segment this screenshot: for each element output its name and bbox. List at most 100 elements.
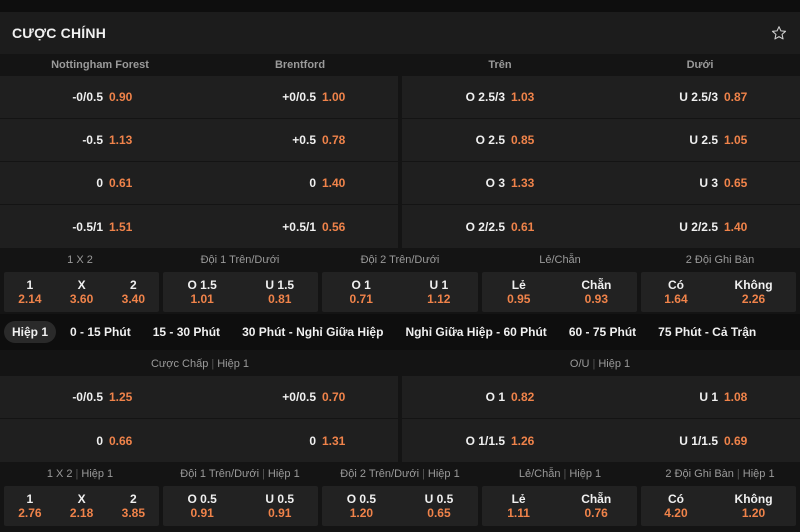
market-box: O 1.5 1.01 U 1.5 0.81 (163, 272, 319, 312)
odds-button[interactable]: 1 2.76 (18, 492, 41, 520)
odds-cell[interactable]: 0 0.66 (0, 434, 199, 448)
market-title-text: Đội 1 Trên/Dưới (180, 468, 260, 480)
market-title: Lẻ/Chẵn (480, 254, 640, 266)
odds-button[interactable]: U 0.5 0.65 (425, 492, 454, 520)
market-box: Lẻ 1.11 Chẵn 0.76 (481, 486, 637, 526)
market-box: Có 1.64 Không 2.26 (640, 272, 797, 312)
odd-value: 3.40 (121, 292, 146, 306)
over-under-table: O 2.5/3 1.03 U 2.5/3 0.87 O 2.5 0.85 U 2.5 1.05… (402, 76, 800, 248)
market-boxes: 1 2.14 X 3.60 2 3.40 O 1.5 1.01 U 1.5 0.81 O 1 0.71… (0, 272, 800, 312)
line-label: -0/0.5 (72, 90, 103, 104)
odds-cell[interactable]: O 2.5/3 1.03 (402, 90, 601, 104)
odd-value: 0.93 (584, 292, 609, 306)
market-subtitle: Hiệp 1 (569, 468, 602, 480)
line-label: +0/0.5 (282, 390, 316, 404)
period-tab[interactable]: Hiệp 1 (4, 321, 57, 343)
half-headers: Cược Chấp | Hiệp 1 O/U | Hiệp 1 (0, 352, 800, 376)
odds-button[interactable]: Không 1.20 (735, 492, 773, 520)
odds-cell[interactable]: U 2.5 1.05 (601, 133, 800, 147)
col-home: Nottingham Forest (51, 59, 149, 71)
line-label: +0.5/1 (282, 219, 316, 234)
market-subtitle: Hiệp 1 (267, 468, 300, 480)
odds-button[interactable]: X 3.60 (70, 278, 93, 306)
odds-cell[interactable]: -0.5 1.13 (0, 133, 199, 147)
odds-cell[interactable]: +0/0.5 1.00 (199, 90, 398, 104)
odds-row: O 1/1.5 1.26 U 1/1.5 0.69 (402, 419, 800, 462)
line-label: 0 (96, 176, 103, 190)
odds-button[interactable]: O 1.5 1.01 (187, 278, 216, 306)
odd-value: 3.60 (69, 292, 94, 306)
odd-value: 0.82 (511, 390, 535, 404)
odds-button[interactable]: Có 4.20 (664, 492, 687, 520)
odds-cell[interactable]: 0 1.40 (199, 176, 398, 190)
odds-button[interactable]: 2 3.85 (122, 492, 145, 520)
period-tabs: Hiệp 10 - 15 Phút 15 - 30 Phút 30 Phút - N… (0, 314, 800, 350)
odd-value: 0.69 (724, 433, 748, 448)
odds-button[interactable]: Lẻ 1.11 (507, 492, 530, 520)
odds-cell[interactable]: O 1/1.5 1.26 (402, 434, 601, 448)
odds-cell[interactable]: U 1/1.5 0.69 (601, 434, 800, 448)
line-label: 0 (96, 433, 103, 448)
odds-button[interactable]: Lẻ 0.95 (507, 278, 530, 306)
odds-cell[interactable]: U 2.5/3 0.87 (601, 90, 800, 104)
separator: | (736, 468, 740, 480)
odds-button[interactable]: X 2.18 (70, 492, 93, 520)
odds-cell[interactable]: -0/0.5 1.25 (0, 390, 199, 404)
market-box: O 0.5 0.91 U 0.5 0.91 (163, 486, 319, 526)
odd-value: 0.61 (109, 176, 133, 190)
odd-value: 1.31 (322, 433, 346, 448)
odds-cell[interactable]: +0/0.5 0.70 (199, 390, 398, 404)
odds-cell[interactable]: 0 0.61 (0, 176, 199, 190)
handicap-table: -0/0.5 0.90 +0/0.5 1.00 -0.5 1.13 +0.5 0.78 0 0.6… (0, 76, 398, 248)
odd-value: 0.81 (268, 292, 292, 306)
odds-button[interactable]: U 1 1.12 (427, 278, 450, 306)
star-icon[interactable] (770, 24, 788, 42)
period-tab[interactable]: 0 - 15 Phút (62, 321, 139, 343)
odds-button[interactable]: U 0.5 0.91 (265, 492, 294, 520)
odds-button[interactable]: Không 2.26 (735, 278, 773, 306)
odd-value: 1.05 (724, 133, 748, 147)
odds-cell[interactable]: 0 1.31 (199, 434, 398, 448)
odds-cell[interactable]: U 1 1.08 (601, 390, 800, 404)
odds-cell[interactable]: +0.5/1 0.56 (199, 220, 398, 234)
odds-button[interactable]: O 0.5 0.91 (187, 492, 216, 520)
odds-cell[interactable]: U 2/2.5 1.40 (601, 220, 800, 234)
market-box: Lẻ 0.95 Chẵn 0.93 (481, 272, 637, 312)
odds-cell[interactable]: O 2/2.5 0.61 (402, 220, 601, 234)
odd-value: 2.18 (69, 506, 94, 520)
odds-button[interactable]: Chẵn 0.76 (581, 492, 611, 520)
odd-value: 3.85 (121, 506, 146, 520)
odds-cell[interactable]: U 3 0.65 (601, 176, 800, 190)
odds-button[interactable]: 2 3.40 (122, 278, 145, 306)
odds-button[interactable]: 1 2.14 (18, 278, 41, 306)
line-label: U 3 (699, 176, 718, 190)
odds-button[interactable]: Chẵn 0.93 (581, 278, 611, 306)
period-tab[interactable]: 30 Phút - Nghỉ Giữa Hiệp (234, 321, 391, 343)
odds-button[interactable]: Có 1.64 (664, 278, 687, 306)
market-title-text: Đội 1 Trên/Dưới (200, 254, 280, 266)
odds-cell[interactable]: O 3 1.33 (402, 176, 601, 190)
odds-cell[interactable]: O 2.5 0.85 (402, 133, 601, 147)
panel-header: CƯỢC CHÍNH (0, 12, 800, 54)
odd-value: 1.40 (724, 219, 748, 234)
odd-value: 1.40 (322, 176, 346, 190)
odds-cell[interactable]: -0/0.5 0.90 (0, 90, 199, 104)
market-box: O 0.5 1.20 U 0.5 0.65 (322, 486, 478, 526)
col-over: Trên (488, 59, 512, 71)
period-tab[interactable]: Nghỉ Giữa Hiệp - 60 Phút (397, 321, 554, 343)
odd-value: 0.66 (109, 433, 133, 448)
odds-button[interactable]: U 1.5 0.81 (265, 278, 294, 306)
odds-button[interactable]: O 0.5 1.20 (347, 492, 376, 520)
separator: | (563, 468, 567, 480)
odd-value: 4.20 (664, 506, 688, 520)
period-tab[interactable]: 15 - 30 Phút (145, 321, 228, 343)
odds-cell[interactable]: O 1 0.82 (402, 390, 601, 404)
odds-cell[interactable]: +0.5 0.78 (199, 133, 398, 147)
odds-cell[interactable]: -0.5/1 1.51 (0, 220, 199, 234)
period-tab[interactable]: 75 Phút - Cả Trận (650, 321, 764, 343)
selection-label: Chẵn (581, 492, 612, 506)
period-tab[interactable]: 60 - 75 Phút (561, 321, 644, 343)
market-title: Đội 2 Trên/Dưới | Hiệp 1 (320, 468, 480, 480)
selection-label: U 1.5 (265, 278, 295, 292)
odds-button[interactable]: O 1 0.71 (350, 278, 373, 306)
